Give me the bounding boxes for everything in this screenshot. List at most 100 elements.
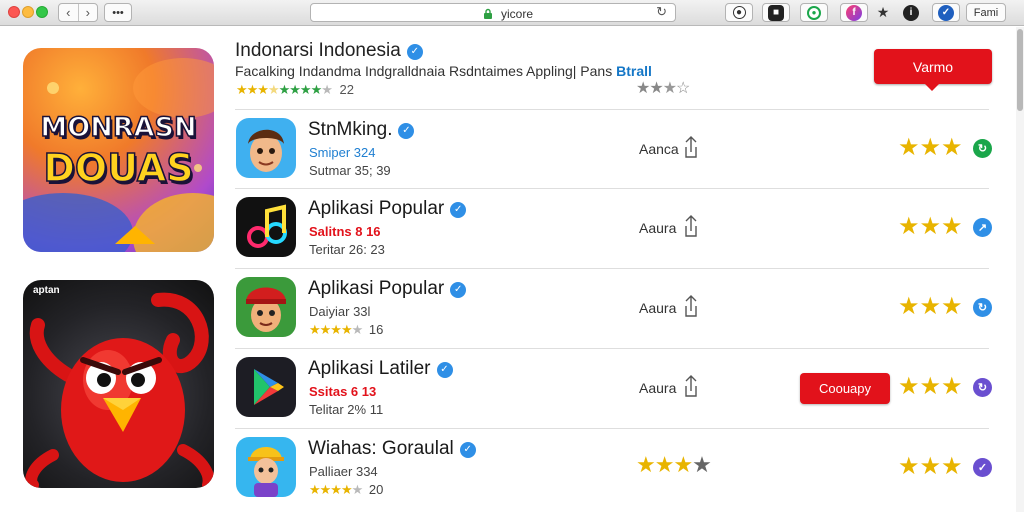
hero-subtitle-highlight: Btrall [616, 63, 652, 79]
empty-star-icon: ★ [321, 82, 333, 97]
half-star-icon: ★ [267, 82, 280, 97]
minimize-window-button[interactable] [22, 6, 34, 18]
install-label[interactable]: Aaura [639, 220, 676, 236]
app-icon-play[interactable] [236, 357, 296, 417]
hero-title-line: Indonarsi Indonesia ✓ [235, 40, 423, 62]
extension-button-2[interactable]: ■ [762, 3, 790, 22]
bookmark-star-icon[interactable]: ★ [872, 3, 894, 22]
rating-stars-icon: ★★★ [636, 452, 693, 477]
share-icon[interactable] [683, 135, 699, 159]
divider [235, 188, 989, 189]
list-item[interactable]: Aplikasi Latiler ✓ Ssitas 6 13 Telitar 2%… [0, 357, 1024, 437]
scrollbar-thumb[interactable] [1017, 29, 1023, 111]
empty-star-icon: ☆ [676, 80, 690, 97]
app-icon-hero[interactable] [236, 277, 296, 337]
app-icon-boy[interactable] [236, 118, 296, 178]
app-meta-secondary: Telitar 2% 11 [309, 402, 384, 417]
app-rating-line: ★★★★★ 20 [309, 482, 383, 498]
check-badge-icon[interactable]: ✓ [973, 458, 992, 477]
badge-glyph: ↻ [977, 143, 988, 155]
rating-stars-icon: ★★★ [898, 293, 963, 320]
verified-icon: ✓ [450, 201, 467, 218]
share-icon[interactable] [683, 294, 699, 318]
reload-icon[interactable]: ↻ [656, 4, 667, 20]
music-note-icon [236, 197, 296, 257]
app-name-line: Aplikasi Popular ✓ [308, 278, 467, 300]
hero-rating: ★★★★★★★★★ 22 [236, 82, 354, 98]
rating-count: 16 [368, 322, 384, 337]
app-name: Aplikasi Popular [308, 278, 445, 299]
badge-glyph: ↻ [977, 382, 988, 394]
zoom-window-button[interactable] [36, 6, 48, 18]
rating-count: 20 [368, 482, 384, 497]
badge-glyph: ✓ [977, 462, 988, 474]
menu-button[interactable]: ••• [104, 3, 132, 22]
app-name: Aplikasi Popular [308, 198, 445, 219]
refresh-badge-icon[interactable]: ↻ [973, 139, 992, 158]
empty-star-icon: ★ [351, 482, 364, 497]
back-icon[interactable]: ‹ [59, 4, 78, 21]
profile-button[interactable]: Fami [966, 3, 1006, 22]
install-label[interactable]: Aanca [639, 141, 679, 157]
link-badge-icon[interactable]: ↗ [973, 218, 992, 237]
hero-action-button[interactable]: Varmo [874, 49, 992, 84]
info-icon: i [903, 4, 919, 21]
verified-icon: ✓ [406, 43, 423, 60]
app-name-line: Aplikasi Popular ✓ [308, 198, 467, 220]
info-button[interactable]: i [898, 3, 924, 22]
extension-button-3[interactable]: ● [800, 3, 828, 22]
hero-subtitle: Facalking Indandma Indgralldnaia Rsdntai… [235, 63, 613, 79]
list-item[interactable]: Aplikasi Popular ✓ Daiyiar 33l ★★★★★ 16 A… [0, 277, 1024, 357]
list-item[interactable]: Aplikasi Popular ✓ Salitns 8 16 Teritar 2… [0, 197, 1024, 277]
extension-button-4[interactable]: f [840, 3, 868, 22]
list-item[interactable]: StnMking. ✓ Smiper 324 Sutmar 35; 39 Aanc… [0, 118, 1024, 198]
app-meta-primary: Daiyiar 33l [309, 304, 371, 319]
rating-stars-icon: ★★★ [236, 82, 269, 97]
grey-star-icon: ★★ [636, 80, 664, 97]
mid-rating-stars: ★★★★ [636, 452, 712, 478]
hero-subtitle-line: Facalking Indandma Indgralldnaia Rsdntai… [235, 63, 652, 79]
extension-button-1[interactable]: ● [725, 3, 753, 22]
share-icon[interactable] [683, 214, 699, 238]
play-store-icon [236, 357, 296, 417]
verified-icon: ✓ [436, 361, 453, 378]
app-icon-music[interactable] [236, 197, 296, 257]
address-bar[interactable]: yicore ↻ [310, 3, 676, 22]
lock-icon [484, 8, 492, 19]
menu-label: ••• [112, 6, 124, 19]
puzzle-icon: ■ [768, 4, 784, 21]
target-icon: ● [732, 6, 746, 19]
refresh-badge-icon[interactable]: ↻ [973, 298, 992, 317]
browser-toolbar: ‹ › ••• yicore ↻ ● ■ ● f ★ i ✓ Fami [0, 0, 1024, 26]
extension-button-5[interactable]: ✓ [932, 3, 960, 22]
copy-button[interactable]: Coouapy [800, 373, 890, 404]
install-label[interactable]: Aaura [639, 300, 676, 316]
install-label[interactable]: Aaura [639, 380, 676, 396]
app-icon-girl[interactable] [236, 437, 296, 497]
app-meta-secondary: Teritar 26: 23 [309, 242, 385, 257]
boy-avatar-icon [236, 118, 296, 178]
refresh-badge-icon[interactable]: ↻ [973, 378, 992, 397]
app-name: StnMking. [308, 119, 393, 140]
app-rating-line: ★★★★★ 16 [309, 322, 383, 338]
hero-title: Indonarsi Indonesia [235, 40, 401, 61]
app-name-line: Wiahas: Goraulal ✓ [308, 438, 476, 460]
list-item[interactable]: Wiahas: Goraulal ✓ Palliaer 334 ★★★★★ 20 … [0, 437, 1024, 517]
rating-stars-icon: ★★★ [898, 213, 963, 240]
badge-glyph: ↻ [977, 302, 988, 314]
rating-stars-icon: ★★★ [898, 373, 963, 400]
grey-star-icon: ★ [692, 452, 712, 477]
verified-icon: ✓ [398, 122, 415, 139]
empty-star-icon: ★ [351, 322, 364, 337]
hero-button-label: Varmo [912, 58, 954, 75]
forward-icon[interactable]: › [77, 4, 98, 21]
divider [235, 428, 989, 429]
app-meta-primary: Smiper 324 [309, 145, 376, 160]
share-icon[interactable] [683, 374, 699, 398]
firefox-icon: f [846, 4, 862, 21]
character-avatar-icon [236, 277, 296, 337]
verified-icon: ✓ [450, 281, 467, 298]
rating-stars-icon: ★★★★ [309, 322, 353, 337]
divider [235, 109, 989, 110]
close-window-button[interactable] [8, 6, 20, 18]
